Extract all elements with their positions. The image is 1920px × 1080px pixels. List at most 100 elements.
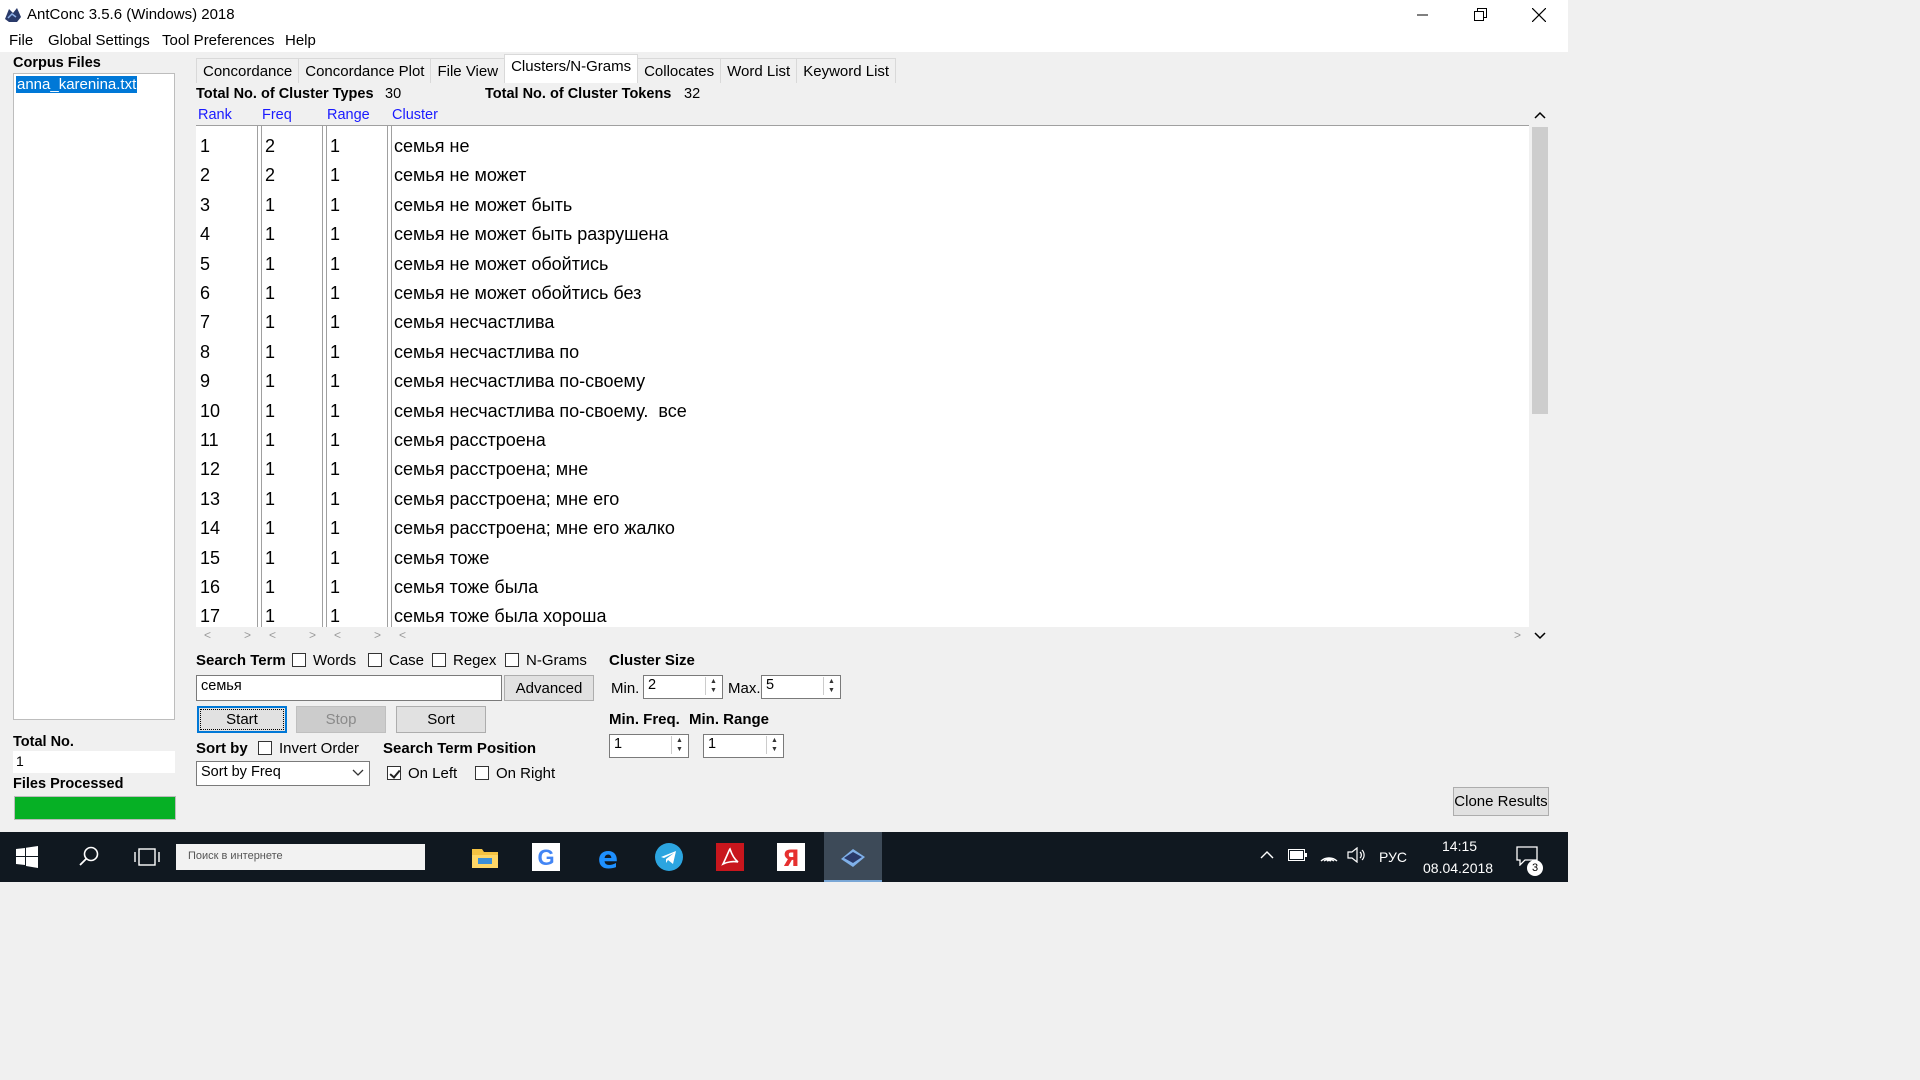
on-right-checkbox[interactable] [475, 766, 489, 780]
cluster-cell[interactable]: семья расстроена; мне его [394, 485, 619, 514]
range-cell[interactable]: 1 [330, 514, 340, 543]
range-cell[interactable]: 1 [330, 220, 340, 249]
rank-cell[interactable]: 3 [200, 191, 210, 220]
cluster-cell[interactable]: семья не может быть разрушена [394, 220, 669, 249]
freq-cell[interactable]: 1 [265, 191, 275, 220]
rank-cell[interactable]: 5 [200, 250, 210, 279]
freq-cell[interactable]: 1 [265, 250, 275, 279]
close-button[interactable] [1510, 0, 1568, 30]
scroll-left-icon[interactable]: < [269, 628, 276, 642]
header-range[interactable]: Range [327, 107, 370, 123]
range-cell[interactable]: 1 [330, 602, 340, 627]
range-cell[interactable]: 1 [330, 397, 340, 426]
antconc-taskbar-button[interactable] [824, 832, 882, 882]
taskbar-search-input[interactable]: Поиск в интернете [176, 844, 425, 870]
scroll-left-icon[interactable]: < [204, 628, 211, 642]
file-explorer-icon[interactable] [470, 842, 500, 872]
range-cell[interactable]: 1 [330, 250, 340, 279]
freq-cell[interactable]: 1 [265, 455, 275, 484]
case-checkbox[interactable] [368, 653, 382, 667]
telegram-icon[interactable] [654, 842, 684, 872]
header-cluster[interactable]: Cluster [392, 107, 438, 123]
scrollbar-thumb[interactable] [1532, 127, 1548, 414]
cluster-cell[interactable]: семья тоже была хороша [394, 602, 606, 627]
freq-cell[interactable]: 1 [265, 397, 275, 426]
range-cell[interactable]: 1 [330, 573, 340, 602]
cluster-cell[interactable]: семья не может обойтись без [394, 279, 641, 308]
words-checkbox[interactable] [292, 653, 306, 667]
spinner-arrows-icon[interactable]: ▲ ▼ [671, 736, 687, 754]
cluster-cell[interactable]: семья не может обойтись [394, 250, 608, 279]
start-button[interactable]: Start [197, 706, 287, 733]
rank-cell[interactable]: 14 [200, 514, 220, 543]
edge-browser-icon[interactable]: e [593, 842, 623, 872]
range-cell[interactable]: 1 [330, 191, 340, 220]
rank-cell[interactable]: 10 [200, 397, 220, 426]
rank-cell[interactable]: 9 [200, 367, 210, 396]
scroll-down-icon[interactable] [1534, 632, 1546, 640]
cluster-cell[interactable]: семья не может быть [394, 191, 572, 220]
clock-time[interactable]: 14:15 [1442, 838, 1477, 854]
adobe-reader-icon[interactable] [715, 842, 745, 872]
freq-cell[interactable]: 1 [265, 514, 275, 543]
minimize-button[interactable] [1394, 0, 1452, 30]
windows-start-icon[interactable] [16, 846, 38, 868]
range-cell[interactable]: 1 [330, 485, 340, 514]
corpus-file-list[interactable]: anna_karenina.txt [13, 73, 175, 720]
battery-icon[interactable] [1288, 849, 1308, 861]
cluster-cell[interactable]: семья расстроена; мне [394, 455, 588, 484]
scroll-left-icon[interactable]: < [399, 628, 406, 642]
menu-global-settings[interactable]: Global Settings [48, 32, 150, 49]
freq-cell[interactable]: 1 [265, 338, 275, 367]
clock-date[interactable]: 08.04.2018 [1423, 860, 1493, 876]
results-grid[interactable]: 1 2 1 семья не 2 2 1 семья не может 3 1 1 семья не … [196, 125, 1529, 627]
freq-cell[interactable]: 1 [265, 308, 275, 337]
cluster-cell[interactable]: семья несчастлива по-своему [394, 367, 645, 396]
rank-cell[interactable]: 11 [200, 426, 219, 455]
range-cell[interactable]: 1 [330, 132, 340, 161]
on-left-checkbox[interactable] [387, 766, 401, 780]
tab-concordance[interactable]: Concordance [196, 58, 300, 83]
cluster-cell[interactable]: семья несчастлива по-своему. все [394, 397, 687, 426]
sort-by-select[interactable]: Sort by Freq [196, 761, 370, 786]
menu-file[interactable]: File [9, 32, 33, 49]
min-range-spinner[interactable]: 1 ▲ ▼ [703, 734, 784, 758]
stop-button[interactable]: Stop [296, 706, 386, 733]
range-cell[interactable]: 1 [330, 426, 340, 455]
spinner-arrows-icon[interactable]: ▲ ▼ [823, 677, 839, 695]
min-freq-spinner[interactable]: 1 ▲ ▼ [609, 734, 689, 758]
cluster-cell[interactable]: семья расстроена; мне его жалко [394, 514, 675, 543]
advanced-button[interactable]: Advanced [504, 675, 594, 701]
scroll-right-icon[interactable]: > [309, 628, 316, 642]
range-cell[interactable]: 1 [330, 455, 340, 484]
range-cell[interactable]: 1 [330, 338, 340, 367]
sort-button[interactable]: Sort [396, 706, 486, 733]
freq-cell[interactable]: 1 [265, 544, 275, 573]
tab-concordance-plot[interactable]: Concordance Plot [298, 58, 432, 83]
rank-cell[interactable]: 7 [200, 308, 210, 337]
freq-cell[interactable]: 1 [265, 426, 275, 455]
range-cell[interactable]: 1 [330, 308, 340, 337]
freq-cell[interactable]: 1 [265, 279, 275, 308]
tab-collocates[interactable]: Collocates [637, 58, 722, 83]
invert-order-checkbox[interactable] [258, 741, 272, 755]
menu-tool-preferences[interactable]: Tool Preferences [162, 32, 275, 49]
regex-checkbox[interactable] [432, 653, 446, 667]
wifi-icon[interactable] [1319, 847, 1339, 863]
rank-cell[interactable]: 1 [200, 132, 210, 161]
rank-cell[interactable]: 17 [200, 602, 220, 627]
language-indicator[interactable]: РУС [1379, 849, 1407, 865]
cluster-cell[interactable]: семья тоже была [394, 573, 538, 602]
google-chrome-icon[interactable]: G [531, 842, 561, 872]
rank-cell[interactable]: 15 [200, 544, 220, 573]
scroll-left-icon[interactable]: < [334, 628, 341, 642]
header-freq[interactable]: Freq [262, 107, 292, 123]
range-cell[interactable]: 1 [330, 367, 340, 396]
cluster-max-spinner[interactable]: 5 ▲ ▼ [761, 675, 841, 699]
task-view-icon[interactable] [134, 847, 160, 867]
scroll-right-icon[interactable]: > [244, 628, 251, 642]
tab-clusters-ngrams[interactable]: Clusters/N-Grams [504, 54, 639, 83]
menu-help[interactable]: Help [285, 32, 316, 49]
freq-cell[interactable]: 1 [265, 485, 275, 514]
horizontal-scrollbars[interactable]: < > < > < > < > [196, 627, 1529, 645]
